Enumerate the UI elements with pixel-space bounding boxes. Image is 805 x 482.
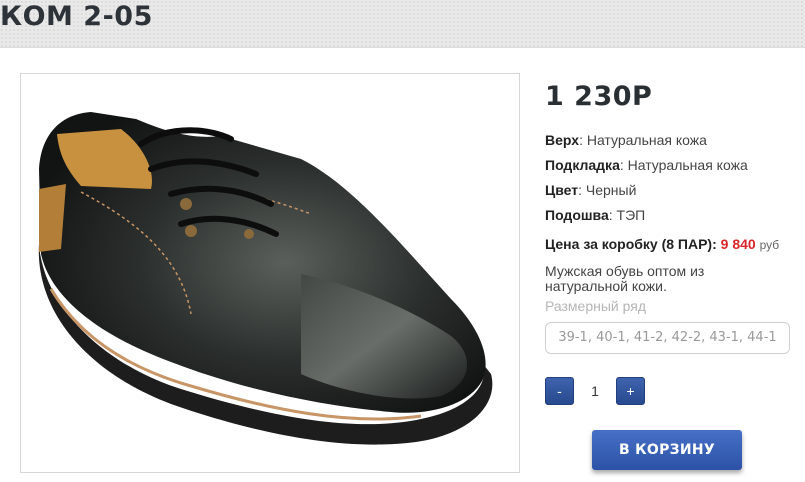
box-price-label: Цена за коробку (8 ПАР) <box>545 236 713 252</box>
box-price-value: 9 840 <box>720 236 756 252</box>
box-price: Цена за коробку (8 ПАР): 9 840 руб <box>545 236 780 252</box>
size-range-field[interactable]: 39-1, 40-1, 41-2, 42-2, 43-1, 44-1 <box>545 322 790 354</box>
spec-value: ТЭП <box>616 207 646 223</box>
spec-label: Цвет <box>545 182 579 198</box>
spec-value: Натуральная кожа <box>586 132 707 148</box>
page-title: КОМ 2-05 <box>0 1 153 32</box>
spec-label: Верх <box>545 132 580 148</box>
increment-button[interactable]: + <box>616 377 645 405</box>
spec-label: Подкладка <box>545 157 620 173</box>
size-range-label: Размерный ряд <box>545 298 647 314</box>
spec-label: Подошва <box>545 207 609 223</box>
product-description: Мужская обувь оптом из натуральной кожи. <box>545 263 705 294</box>
add-to-cart-button[interactable]: В КОРЗИНУ <box>592 430 742 470</box>
product-price: 1 230Р <box>545 81 653 112</box>
shoe-image <box>21 74 519 472</box>
product-image <box>20 73 520 473</box>
spec-lining: Подкладка: Натуральная кожа <box>545 157 748 173</box>
quantity-value[interactable]: 1 <box>574 377 616 405</box>
box-price-unit: руб <box>759 238 780 252</box>
product-card: 1 230Р Верх: Натуральная кожа Подкладка:… <box>0 47 805 482</box>
spec-value: Натуральная кожа <box>627 157 748 173</box>
spec-value: Черный <box>585 182 637 198</box>
decrement-button[interactable]: - <box>545 377 574 405</box>
spec-upper: Верх: Натуральная кожа <box>545 132 707 148</box>
spec-sole: Подошва: ТЭП <box>545 207 646 223</box>
spec-color: Цвет: Черный <box>545 182 637 198</box>
